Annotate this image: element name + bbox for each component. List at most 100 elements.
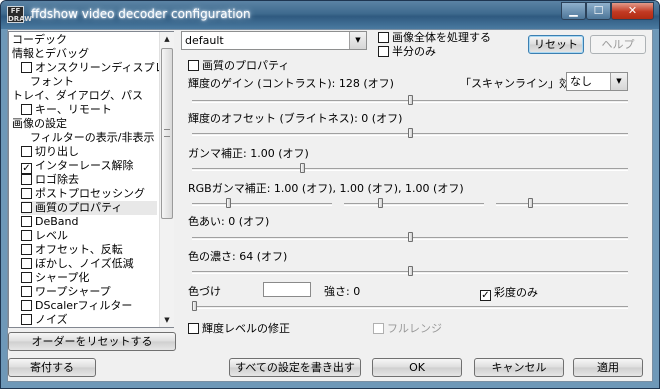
slider-thumb[interactable] (300, 163, 305, 173)
tree-item-checkbox[interactable] (21, 62, 32, 73)
cancel-button[interactable]: キャンセル (474, 358, 564, 377)
tree-item[interactable]: オフセット、反転 (21, 243, 157, 257)
tree-item[interactable]: シャープ化 (21, 271, 157, 285)
slider-thumb[interactable] (408, 266, 413, 276)
tree-item-checkbox[interactable] (21, 216, 32, 227)
tree-scrollbar[interactable]: ▲ ▼ (159, 32, 174, 327)
tree-item-checkbox[interactable] (21, 202, 32, 213)
chevron-down-icon: ▼ (349, 32, 366, 49)
filter-tree[interactable]: コーデック 情報とデバッグ オンスクリーンディスプレイ フォント トレイ、ダイアログ、パ… (8, 31, 174, 328)
tree-item-checkbox[interactable] (21, 258, 32, 269)
tree-item-label: レベル (35, 229, 68, 242)
tree-item[interactable]: ノイズ (21, 313, 157, 327)
strength-label: 強さ: 0 (324, 285, 361, 298)
half-only-option[interactable]: 半分のみ (378, 43, 436, 59)
reset-button[interactable]: リセット (528, 35, 584, 54)
colorize-color-swatch[interactable] (263, 282, 311, 297)
full-range-label: フルレンジ (387, 322, 442, 335)
tree-item[interactable]: キー、リモート (21, 103, 157, 117)
tree-item-label: オフセット、反転 (35, 243, 123, 256)
tree-item[interactable]: トレイ、ダイアログ、パス (12, 89, 157, 103)
tree-item-label: 情報とデバッグ (12, 47, 89, 60)
tree-item[interactable]: コーデック (12, 33, 157, 47)
tree-item[interactable]: 切り出し (21, 145, 157, 159)
slider-track[interactable] (192, 306, 628, 309)
window-title: ffdshow video decoder configuration (31, 7, 251, 21)
full-range-checkbox[interactable] (373, 323, 384, 334)
tree-item[interactable]: フィルターの表示/非表示 (30, 131, 157, 145)
tree-item[interactable]: 画像の設定 (12, 117, 157, 131)
rgb-gamma-label: RGBガンマ補正: 1.00 (オフ), 1.00 (オフ), 1.00 (オフ… (188, 182, 464, 195)
tree-item[interactable]: 情報とデバッグ (12, 47, 157, 61)
slider-thumb[interactable] (192, 301, 197, 311)
tree-item[interactable]: オンスクリーンディスプレイ (21, 61, 173, 75)
scroll-down-icon[interactable]: ▼ (160, 313, 174, 327)
slider-thumb[interactable] (378, 198, 383, 208)
gain-label: 輝度のゲイン (コントラスト): 128 (オフ) (188, 77, 394, 90)
preset-select[interactable]: default ▼ (181, 31, 367, 50)
tree-item-checkbox[interactable] (21, 146, 32, 157)
slider-track[interactable] (192, 203, 332, 206)
close-button[interactable]: ✕ (611, 2, 654, 20)
tree-item[interactable]: ぼかし、ノイズ低減 (21, 257, 157, 271)
tree-item-checkbox[interactable] (21, 188, 32, 199)
title-bar[interactable]: FF DRAW ffdshow video decoder configurat… (1, 1, 659, 29)
tree-item[interactable]: フォント (30, 75, 157, 89)
hue-label: 色あい: 0 (オフ) (188, 215, 270, 228)
tree-item-label: DeBand (35, 215, 79, 228)
enable-filter-label: 画質のプロパティ (202, 59, 290, 72)
scanline-select[interactable]: なし ▼ (566, 72, 628, 91)
tree-item-checkbox[interactable] (21, 244, 32, 255)
apply-button[interactable]: 適用 (573, 358, 643, 377)
offset-label: 輝度のオフセット (ブライトネス): 0 (オフ) (188, 112, 403, 125)
process-whole-image-checkbox[interactable] (378, 32, 389, 43)
ok-button[interactable]: OK (372, 358, 462, 377)
slider-track[interactable] (192, 168, 628, 171)
tree-item[interactable]: ロゴ除去 (21, 173, 157, 187)
tree-item-label: キー、リモート (35, 103, 112, 116)
slider-track[interactable] (496, 203, 628, 206)
write-all-settings-button[interactable]: すべての設定を書き出す (229, 358, 361, 377)
tree-item-checkbox[interactable] (21, 314, 32, 325)
tree-item-checkbox[interactable] (21, 272, 32, 283)
tree-item[interactable]: ポストプロセッシング (21, 187, 157, 201)
gamma-label: ガンマ補正: 1.00 (オフ) (188, 147, 309, 160)
maximize-button[interactable]: ☐ (586, 2, 611, 20)
app-icon[interactable]: FF DRAW (7, 6, 32, 23)
tree-item-checkbox[interactable] (21, 104, 32, 115)
help-button[interactable]: ヘルプ (590, 35, 646, 54)
slider-thumb[interactable] (408, 95, 413, 105)
slider-track[interactable] (344, 203, 484, 206)
tree-item-label: シャープ化 (35, 271, 90, 284)
tree-item-label: 画質のプロパティ (35, 201, 123, 214)
slider-thumb[interactable] (408, 232, 413, 242)
reset-order-button[interactable]: オーダーをリセットする (8, 332, 176, 351)
tree-item[interactable]: 画質のプロパティ (21, 201, 157, 215)
close-icon: ✕ (627, 4, 638, 17)
scroll-up-icon[interactable]: ▲ (160, 32, 174, 46)
donate-button[interactable]: 寄付する (8, 358, 96, 377)
slider-thumb[interactable] (528, 198, 533, 208)
chroma-only-checkbox[interactable]: ✓ (480, 290, 491, 301)
luma-level-fix-option[interactable]: 輝度レベルの修正 (188, 320, 290, 336)
enable-filter-option[interactable]: 画質のプロパティ (188, 57, 289, 73)
tree-item[interactable]: レベル (21, 229, 157, 243)
minimize-button[interactable]: ▁ (561, 2, 586, 20)
tree-item[interactable]: ✓ インターレース解除 (21, 159, 157, 174)
enable-filter-checkbox[interactable] (188, 60, 199, 71)
luma-level-fix-checkbox[interactable] (188, 323, 199, 334)
tree-item-checkbox[interactable] (21, 174, 32, 185)
slider-thumb[interactable] (408, 128, 413, 138)
tree-item-label: ノイズ (35, 313, 68, 326)
tree-item[interactable]: DScalerフィルター (21, 299, 157, 313)
scroll-thumb[interactable] (161, 48, 173, 219)
tree-item-checkbox[interactable] (21, 230, 32, 241)
tree-item[interactable]: ワープシャープ (21, 285, 157, 299)
half-only-checkbox[interactable] (378, 46, 389, 57)
tree-item-checkbox[interactable] (21, 300, 32, 311)
slider-thumb[interactable] (226, 198, 231, 208)
full-range-option[interactable]: フルレンジ (373, 320, 442, 336)
tree-item-checkbox[interactable] (21, 286, 32, 297)
tree-item[interactable]: DeBand (21, 215, 157, 229)
chroma-only-option[interactable]: ✓ 彩度のみ (480, 284, 538, 301)
